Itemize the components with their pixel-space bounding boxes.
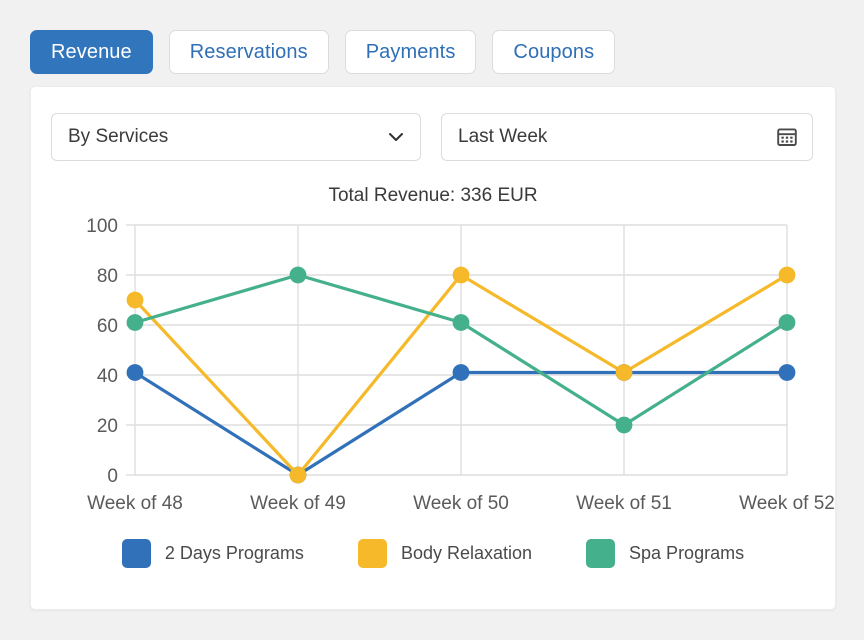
legend-label: Spa Programs — [629, 543, 744, 564]
revenue-line-chart: 0 20 40 60 80 100 Week of 48 Week of 49 Week of … — [31, 209, 836, 519]
data-point[interactable] — [616, 364, 633, 381]
report-tabs: Revenue Reservations Payments Coupons — [30, 30, 615, 74]
data-point[interactable] — [779, 267, 796, 284]
x-axis-label: Week of 48 — [87, 493, 183, 514]
y-axis-label: 80 — [97, 266, 118, 287]
data-point[interactable] — [779, 364, 796, 381]
data-point[interactable] — [290, 467, 307, 484]
data-point[interactable] — [453, 267, 470, 284]
date-range-picker[interactable]: Last Week — [441, 113, 813, 161]
x-axis-label: Week of 52 — [739, 493, 835, 514]
data-point[interactable] — [127, 292, 144, 309]
tab-reservations[interactable]: Reservations — [169, 30, 329, 74]
y-axis-label: 0 — [107, 466, 118, 487]
y-axis-label: 20 — [97, 416, 118, 437]
data-point[interactable] — [290, 267, 307, 284]
revenue-report-screen: Revenue Reservations Payments Coupons By… — [0, 0, 864, 640]
y-axis-label: 60 — [97, 316, 118, 337]
tab-coupons[interactable]: Coupons — [492, 30, 615, 74]
revenue-chart-card: By Services Last Week — [30, 86, 836, 610]
date-range-value: Last Week — [458, 126, 547, 148]
tab-revenue[interactable]: Revenue — [30, 30, 153, 74]
calendar-icon — [776, 126, 798, 148]
y-axis-label: 40 — [97, 366, 118, 387]
chart-canvas: 0 20 40 60 80 100 Week of 48 Week of 49 Week of … — [31, 209, 836, 519]
data-point[interactable] — [616, 417, 633, 434]
data-point[interactable] — [779, 314, 796, 331]
legend-item[interactable]: 2 Days Programs — [122, 539, 304, 568]
legend-label: Body Relaxation — [401, 543, 532, 564]
y-axis-label: 100 — [86, 216, 118, 237]
x-axis-label: Week of 51 — [576, 493, 672, 514]
data-point[interactable] — [453, 314, 470, 331]
filter-row: By Services Last Week — [51, 113, 813, 161]
x-axis-label: Week of 49 — [250, 493, 346, 514]
legend-item[interactable]: Body Relaxation — [358, 539, 532, 568]
x-axis-label: Week of 50 — [413, 493, 509, 514]
tab-payments-label: Payments — [366, 41, 456, 64]
data-point[interactable] — [127, 364, 144, 381]
tab-revenue-label: Revenue — [51, 41, 132, 64]
group-by-value: By Services — [68, 126, 168, 148]
data-point[interactable] — [453, 364, 470, 381]
chart-title: Total Revenue: 336 EUR — [31, 185, 835, 207]
legend-swatch — [122, 539, 151, 568]
tab-coupons-label: Coupons — [513, 41, 594, 64]
legend-label: 2 Days Programs — [165, 543, 304, 564]
group-by-select[interactable]: By Services — [51, 113, 421, 161]
tab-payments[interactable]: Payments — [345, 30, 477, 74]
legend-swatch — [358, 539, 387, 568]
data-point[interactable] — [127, 314, 144, 331]
chart-legend: 2 Days Programs Body Relaxation Spa Progra… — [31, 539, 835, 568]
chevron-down-icon — [386, 127, 406, 147]
legend-swatch — [586, 539, 615, 568]
tab-reservations-label: Reservations — [190, 41, 308, 64]
legend-item[interactable]: Spa Programs — [586, 539, 744, 568]
